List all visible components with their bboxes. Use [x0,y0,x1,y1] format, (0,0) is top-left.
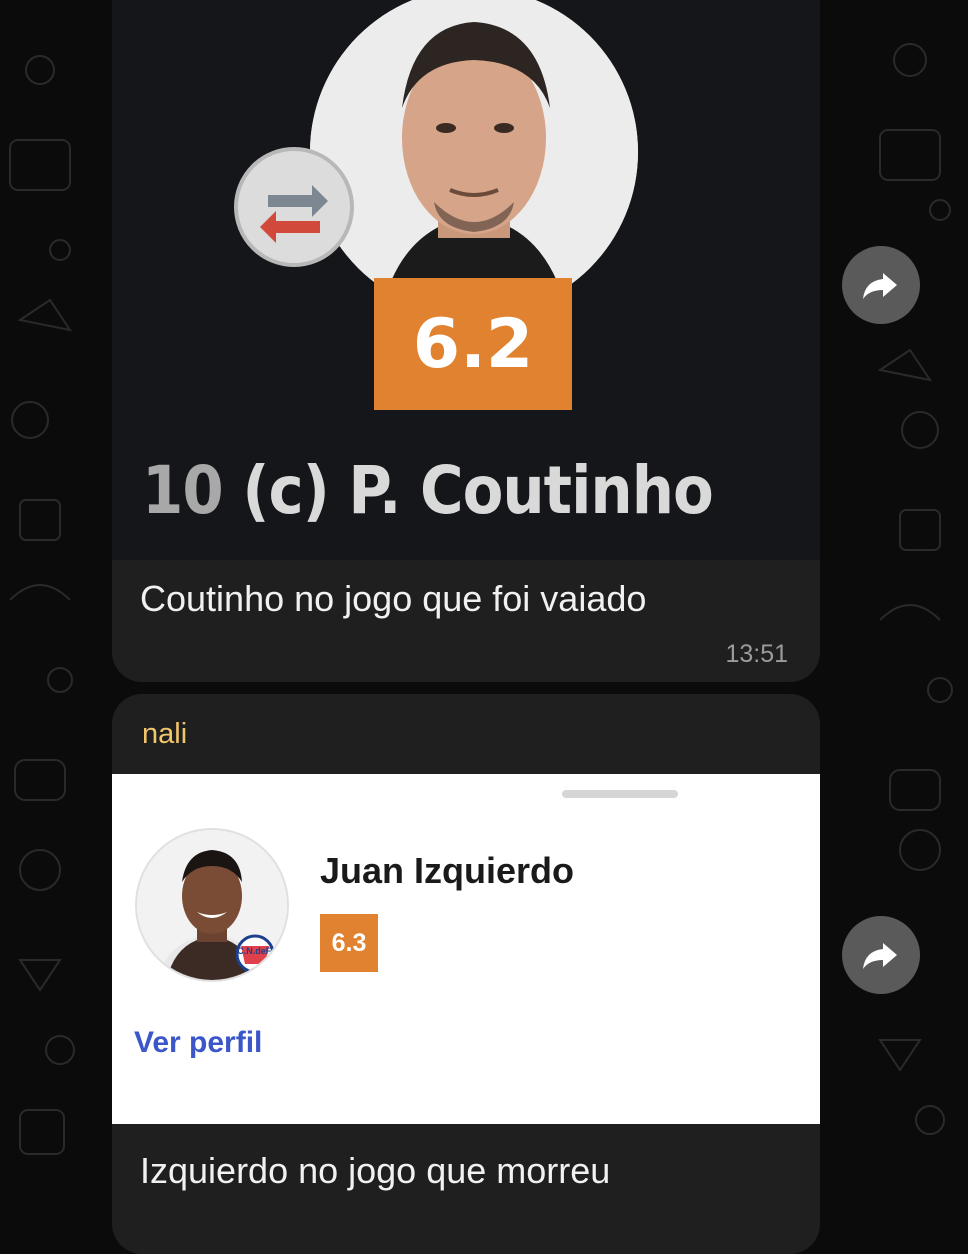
message-caption: Coutinho no jogo que foi vaiado [140,578,647,619]
forward-button[interactable] [842,916,920,994]
message-caption: Izquierdo no jogo que morreu [140,1150,611,1191]
sheet-handle [562,790,678,798]
player-avatar-izquierdo: C.N.deF. [135,828,289,982]
player-name: (c) P. Coutinho [242,452,713,529]
message-bubble-1[interactable]: 6.2 10 (c) P. Coutinho Coutinho no jogo … [112,0,820,682]
message-image-coutinho[interactable]: 6.2 10 (c) P. Coutinho [112,0,820,560]
player-number: 10 [142,452,224,529]
player-card-name: Juan Izquierdo [320,850,575,891]
svg-text:C.N.deF.: C.N.deF. [237,946,273,956]
forward-arrow-icon [863,273,897,299]
view-profile-link[interactable]: Ver perfil [134,1026,262,1060]
player-label: 10 (c) P. Coutinho [142,452,714,529]
player-avatar-coutinho [310,0,638,316]
message-timestamp: 13:51 [725,640,788,668]
player-card-rating: 6.3 [320,914,378,972]
message-bubble-2[interactable]: nali C.N.deF. Juan Izquierdo 6.3 Ver per… [112,694,820,1254]
forward-button[interactable] [842,246,920,324]
player-rating-badge: 6.2 [374,278,572,410]
forward-arrow-icon [863,943,897,969]
player-card[interactable]: C.N.deF. Juan Izquierdo 6.3 Ver perfil [112,774,820,1124]
substitution-swap-icon [234,147,354,267]
sender-name[interactable]: nali [142,718,187,751]
